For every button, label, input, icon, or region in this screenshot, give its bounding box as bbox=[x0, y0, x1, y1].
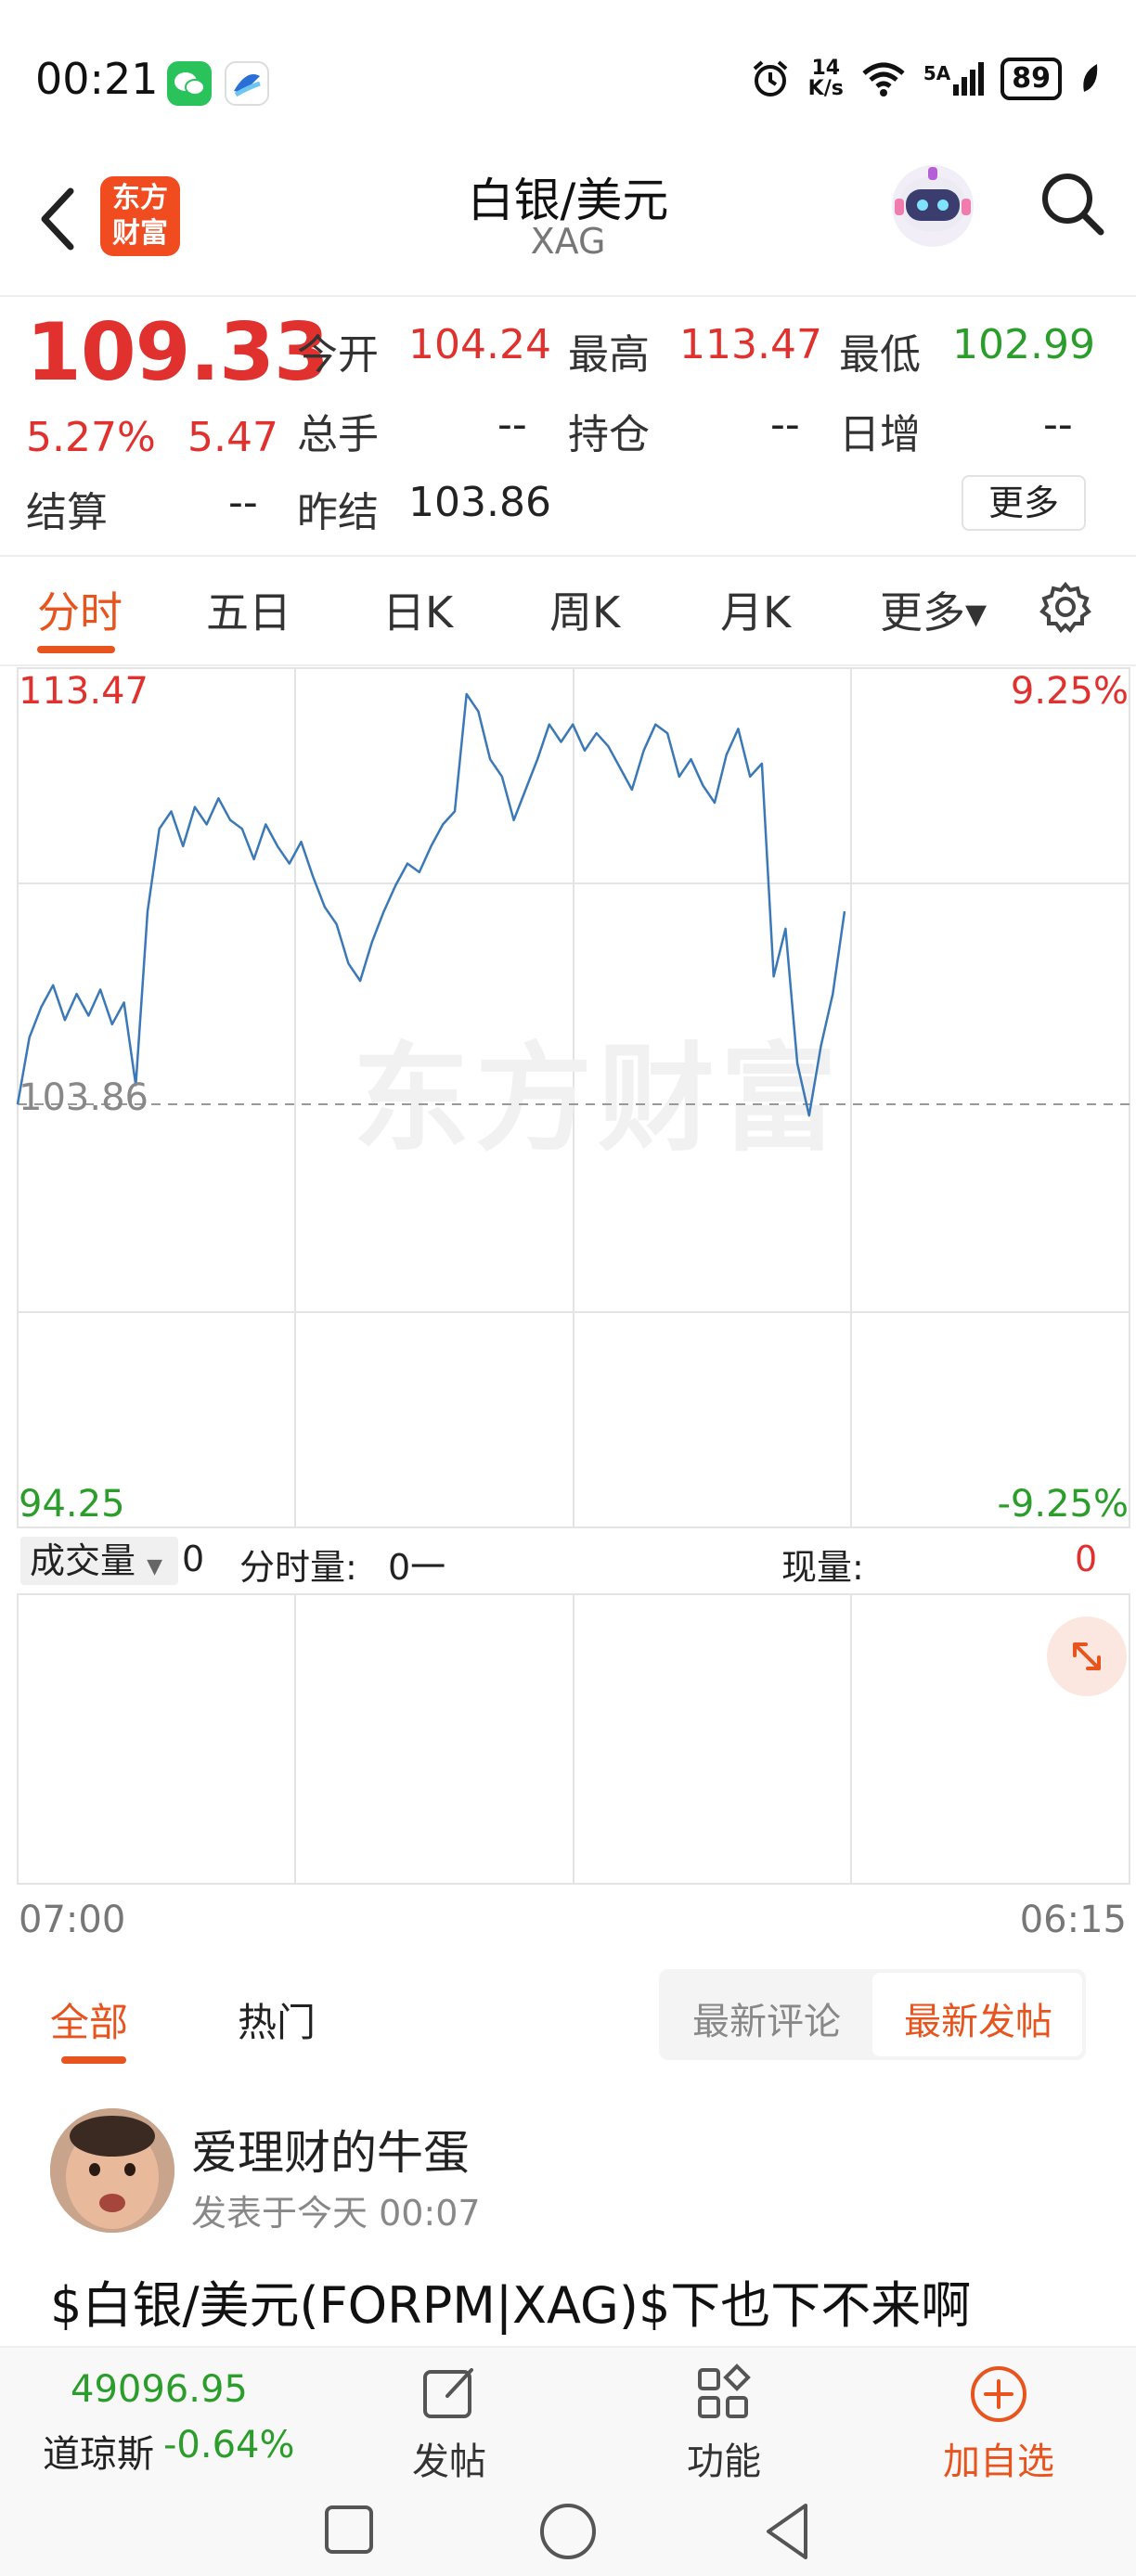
wifi-icon bbox=[862, 62, 905, 97]
price-chart[interactable]: 东方财富 113.47 103.86 94.25 9.25% -9.25% bbox=[0, 666, 1136, 1529]
tick-volume-value: 0一 bbox=[388, 1547, 446, 1588]
sort-latest-post[interactable]: 最新发帖 bbox=[904, 1991, 1052, 2045]
index-name[interactable]: 道琼斯 bbox=[43, 2424, 154, 2478]
settle-value: -- bbox=[228, 479, 258, 526]
expand-chart-button[interactable] bbox=[1047, 1616, 1127, 1696]
battery-indicator: 89 bbox=[1000, 58, 1062, 100]
volume-label: 总手 bbox=[297, 411, 379, 458]
settle-label: 结算 bbox=[26, 489, 108, 536]
home-icon[interactable] bbox=[538, 2502, 598, 2561]
y-min-label: 94.25 bbox=[19, 1483, 125, 1526]
change-amount: 5.47 bbox=[187, 414, 278, 461]
pct-min-label: -9.25% bbox=[997, 1483, 1129, 1526]
high-label: 最高 bbox=[568, 331, 650, 379]
post-button-label: 发帖 bbox=[412, 2441, 486, 2483]
current-volume-value: 0 bbox=[1075, 1539, 1098, 1579]
net-speed-unit: K/s bbox=[807, 77, 844, 100]
low-label: 最低 bbox=[839, 331, 921, 379]
search-icon[interactable] bbox=[1036, 167, 1110, 241]
add-watchlist-label: 加自选 bbox=[943, 2441, 1054, 2483]
indicator-select[interactable]: 成交量 ▼ bbox=[20, 1537, 178, 1585]
index-value[interactable]: 49096.95 bbox=[71, 2368, 248, 2411]
reference-label: 103.86 bbox=[19, 1076, 148, 1119]
functions-button[interactable]: 功能 bbox=[678, 2361, 770, 2485]
feed-tab-hot[interactable]: 热门 bbox=[238, 1991, 316, 2048]
wechat-icon bbox=[167, 61, 212, 106]
signal-icon: 5A bbox=[923, 62, 985, 96]
back-icon[interactable] bbox=[761, 2502, 813, 2561]
net-speed-value: 14 bbox=[811, 57, 841, 80]
current-volume-label: 现量: bbox=[781, 1547, 864, 1588]
gear-icon[interactable] bbox=[1038, 579, 1093, 635]
tab-weekly-k[interactable]: 周K bbox=[549, 579, 620, 640]
tab-five-day[interactable]: 五日 bbox=[206, 579, 291, 640]
signal-label: 5A bbox=[923, 62, 951, 84]
tab-more[interactable]: 更多▾ bbox=[880, 579, 987, 640]
volume-value: 0 bbox=[182, 1539, 205, 1579]
open-interest-value: -- bbox=[770, 401, 800, 448]
chart-watermark: 东方财富 bbox=[353, 1031, 843, 1167]
time-start-label: 07:00 bbox=[19, 1899, 126, 1941]
index-change[interactable]: -0.64% bbox=[163, 2424, 295, 2467]
daily-increase-label: 日增 bbox=[839, 411, 921, 458]
open-interest-label: 持仓 bbox=[568, 411, 650, 458]
more-quote-button[interactable]: 更多 bbox=[962, 475, 1086, 531]
grid-icon bbox=[698, 2363, 751, 2418]
last-price: 109.33 bbox=[26, 306, 329, 399]
post-timestamp: 发表于今天 00:07 bbox=[191, 2193, 481, 2234]
prev-settle-label: 昨结 bbox=[297, 489, 379, 536]
pct-max-label: 9.25% bbox=[1011, 670, 1129, 713]
y-max-label: 113.47 bbox=[19, 670, 148, 713]
assistant-robot-icon[interactable] bbox=[884, 158, 982, 251]
alarm-icon bbox=[753, 60, 787, 97]
post-body[interactable]: $白银/美元(FORPM|XAG)$下也下不来啊 bbox=[50, 2264, 971, 2338]
open-label: 今开 bbox=[297, 331, 379, 379]
volume-value: -- bbox=[497, 401, 527, 448]
post-author-avatar[interactable] bbox=[50, 2108, 174, 2233]
daily-increase-value: -- bbox=[1043, 401, 1073, 448]
functions-button-label: 功能 bbox=[687, 2441, 761, 2483]
time-end-label: 06:15 bbox=[1019, 1899, 1127, 1941]
feed-tab-all[interactable]: 全部 bbox=[50, 1991, 128, 2048]
expand-icon bbox=[1073, 1642, 1101, 1670]
tick-volume-label: 分时量: bbox=[239, 1547, 357, 1588]
tab-active-indicator bbox=[37, 646, 115, 653]
low-value: 102.99 bbox=[952, 321, 1095, 368]
status-time: 00:21 bbox=[35, 54, 159, 104]
app-notification-icon bbox=[225, 61, 269, 106]
open-value: 104.24 bbox=[408, 321, 551, 368]
add-watchlist-button[interactable]: 加自选 bbox=[934, 2361, 1064, 2485]
post-button[interactable]: 发帖 bbox=[403, 2361, 496, 2485]
leaf-icon bbox=[1083, 64, 1098, 92]
tab-intraday[interactable]: 分时 bbox=[37, 579, 123, 640]
tab-monthly-k[interactable]: 月K bbox=[720, 579, 791, 640]
status-indicators: 14 K/s 5A 89 bbox=[749, 58, 1103, 100]
edit-icon bbox=[423, 2368, 473, 2418]
post-author-name[interactable]: 爱理财的牛蛋 bbox=[191, 2116, 470, 2183]
high-value: 113.47 bbox=[679, 321, 822, 368]
sort-latest-comment[interactable]: 最新评论 bbox=[692, 1991, 841, 2045]
indicator-select-label: 成交量 bbox=[30, 1540, 136, 1581]
caret-down-icon: ▼ bbox=[147, 1555, 163, 1578]
change-percent: 5.27% bbox=[26, 414, 156, 461]
feed-tab-indicator bbox=[61, 2056, 126, 2064]
tab-daily-k[interactable]: 日K bbox=[382, 579, 453, 640]
add-circle-icon bbox=[971, 2366, 1026, 2422]
net-speed: 14 K/s bbox=[808, 58, 844, 99]
recent-apps-icon[interactable] bbox=[323, 2504, 375, 2556]
prev-settle-value: 103.86 bbox=[408, 479, 551, 526]
volume-chart bbox=[17, 1593, 1130, 1885]
